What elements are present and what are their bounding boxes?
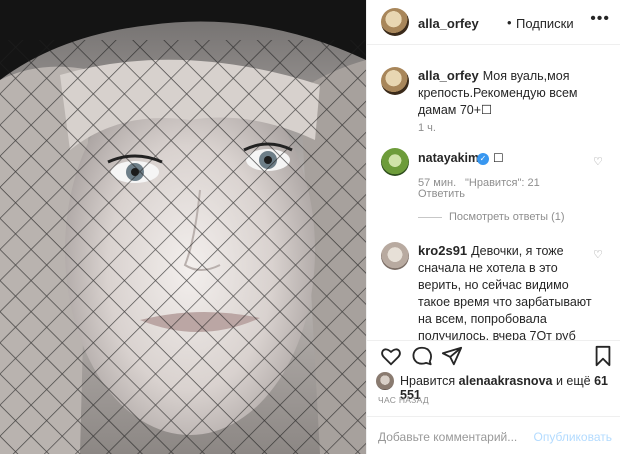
follow-status-button[interactable]: Подписки [516,16,574,31]
caption-timestamp[interactable]: 1 ч. [418,122,436,134]
likes-summary: Нравится alenaakrasnova и ещё 61 551 [376,372,616,402]
more-options-icon[interactable]: ••• [590,10,610,28]
veiled-portrait-image [0,0,366,454]
liker-avatar[interactable] [376,372,394,390]
post-actions-bar [367,340,620,373]
add-comment-bar: Добавьте комментарий... Опубликовать [367,416,620,454]
liker-username[interactable]: alenaakrasnova [459,374,553,388]
comment-username[interactable]: natayakim [418,151,479,165]
likes-prefix: Нравится [400,374,456,388]
caption-avatar[interactable] [381,67,409,95]
comment-avatar[interactable] [381,148,409,176]
post-header: alla_orfey • Подписки ••• [367,0,620,45]
reply-button[interactable]: Ответить [418,188,465,200]
verified-badge-icon: ✓ [477,153,489,165]
comment: kro2s91 Девочки, я тоже сначала не хотела… [418,242,596,340]
publish-button[interactable]: Опубликовать [534,430,612,444]
author-username[interactable]: alla_orfey [418,16,479,31]
comment-likes-count[interactable]: "Нравится": 21 [465,177,540,189]
comment-text: ☐ [493,151,504,165]
likes-text: Нравится alenaakrasnova и ещё 61 551 [400,374,616,402]
comment-like-heart-icon[interactable]: ♡ [593,155,603,168]
share-icon[interactable] [441,345,463,367]
comment-username[interactable]: kro2s91 [418,243,467,258]
comments-list[interactable]: alla_orfey Моя вуаль,моя крепость.Рекомен… [367,45,620,340]
post-side-panel: alla_orfey • Подписки ••• alla_orfey Моя … [366,0,620,454]
replies-divider [418,217,442,218]
comment-like-heart-icon[interactable]: ♡ [593,248,603,261]
likes-middle: и ещё [555,374,591,388]
bookmark-icon[interactable] [593,345,613,367]
comment-avatar[interactable] [381,242,409,270]
separator-dot: • [507,15,512,30]
post-timestamp[interactable]: ЧАС НАЗАД [378,395,429,405]
caption: alla_orfey Моя вуаль,моя крепость.Рекомен… [418,67,604,119]
comment-text: Девочки, я тоже сначала не хотела в это … [418,244,592,340]
post-photo[interactable] [0,0,366,454]
view-replies-button[interactable]: Посмотреть ответы (1) [449,211,565,223]
comment-icon[interactable] [411,345,433,367]
heart-icon[interactable] [380,345,402,367]
avatar[interactable] [381,8,409,36]
caption-username[interactable]: alla_orfey [418,68,479,83]
comment-input[interactable]: Добавьте комментарий... [378,430,517,444]
